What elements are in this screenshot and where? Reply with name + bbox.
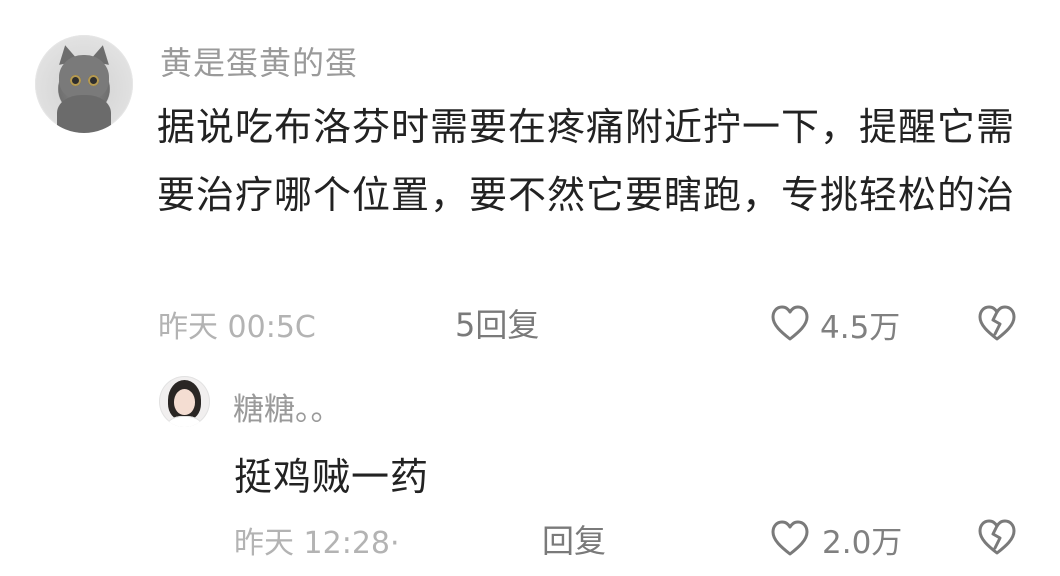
avatar-shirt xyxy=(167,416,202,427)
like-count: 2.0万 xyxy=(822,525,903,561)
username[interactable]: 黄是蛋黄的蛋 xyxy=(160,38,358,84)
heart-icon[interactable] xyxy=(768,303,812,347)
cat-body xyxy=(57,95,111,133)
cat-eye-left xyxy=(70,75,81,86)
avatar[interactable] xyxy=(159,376,210,427)
heart-icon[interactable] xyxy=(768,518,812,562)
broken-heart-icon[interactable] xyxy=(975,517,1019,561)
comment-text: 据说吃布洛芬时需要在疼痛附近拧一下，提醒它需要治疗哪个位置，要不然它要瞎跑，专挑… xyxy=(157,105,1016,217)
comment-text: 挺鸡贼一药 xyxy=(234,455,430,499)
comment-time: 昨天 00:5C xyxy=(158,310,316,345)
cat-eye-right xyxy=(88,75,99,86)
reply-button[interactable]: 回复 xyxy=(542,516,606,562)
like-count: 4.5万 xyxy=(820,310,901,346)
comment-time: 昨天 12:28· xyxy=(234,526,400,561)
avatar-face xyxy=(174,389,195,415)
reply-button[interactable]: 5回复 xyxy=(455,300,539,346)
username[interactable]: 糖糖。。 xyxy=(233,384,342,429)
broken-heart-icon[interactable] xyxy=(975,303,1019,347)
avatar[interactable] xyxy=(35,35,133,133)
